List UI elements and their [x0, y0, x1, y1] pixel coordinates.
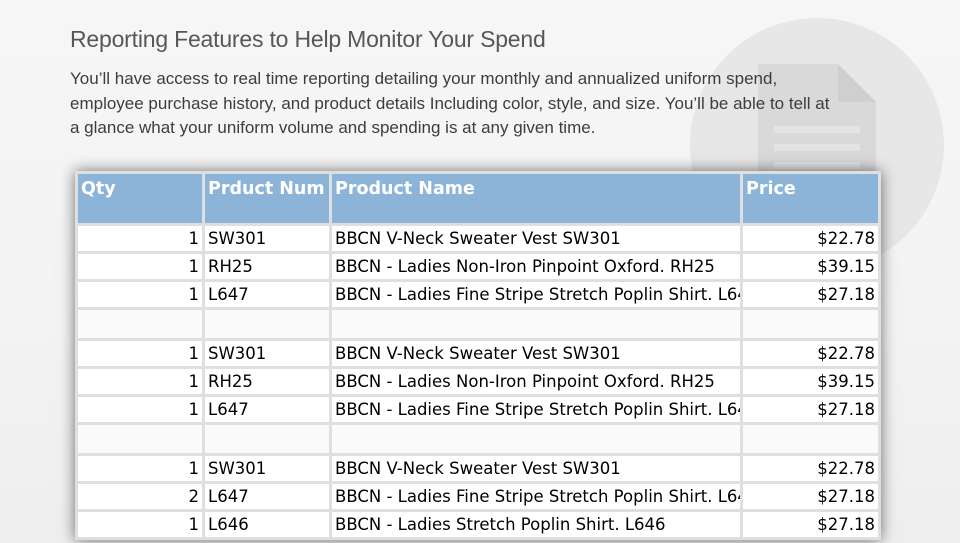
report-table-container: Qty Prduct Num Product Name Price 1 SW30…	[75, 171, 881, 540]
qty-cell	[78, 310, 202, 338]
report-table: Qty Prduct Num Product Name Price 1 SW30…	[75, 171, 881, 540]
product-name-cell: BBCN V-Neck Sweater Vest SW301	[332, 456, 740, 481]
product-num-cell: L647	[205, 397, 329, 422]
product-name-cell	[332, 425, 740, 453]
price-cell: $27.18	[743, 397, 878, 422]
price-cell: $27.18	[743, 282, 878, 307]
product-num-cell: L647	[205, 282, 329, 307]
table-row: 1 RH25 BBCN - Ladies Non-Iron Pinpoint O…	[78, 369, 878, 394]
table-row: 1 RH25 BBCN - Ladies Non-Iron Pinpoint O…	[78, 254, 878, 279]
price-cell	[743, 425, 878, 453]
product-name-cell: BBCN - Ladies Fine Stripe Stretch Poplin…	[332, 282, 740, 307]
product-num-cell: L647	[205, 484, 329, 509]
qty-cell: 2	[78, 484, 202, 509]
qty-cell: 1	[78, 456, 202, 481]
column-header-qty: Qty	[78, 174, 202, 223]
product-num-cell: SW301	[205, 226, 329, 251]
qty-cell: 1	[78, 282, 202, 307]
table-row: 1 L647 BBCN - Ladies Fine Stripe Stretch…	[78, 397, 878, 422]
table-row: 2 L647 BBCN - Ladies Fine Stripe Stretch…	[78, 484, 878, 509]
price-cell: $27.18	[743, 484, 878, 509]
product-num-cell: L646	[205, 512, 329, 537]
product-name-cell: BBCN V-Neck Sweater Vest SW301	[332, 341, 740, 366]
product-num-cell: SW301	[205, 341, 329, 366]
product-name-cell: BBCN - Ladies Stretch Poplin Shirt. L646	[332, 512, 740, 537]
product-name-cell: BBCN - Ladies Fine Stripe Stretch Poplin…	[332, 397, 740, 422]
column-header-product-num: Prduct Num	[205, 174, 329, 223]
product-num-cell	[205, 310, 329, 338]
table-row: 1 SW301 BBCN V-Neck Sweater Vest SW301 $…	[78, 341, 878, 366]
qty-cell: 1	[78, 369, 202, 394]
price-cell	[743, 310, 878, 338]
price-cell: $22.78	[743, 456, 878, 481]
product-num-cell	[205, 425, 329, 453]
table-row-empty	[78, 425, 878, 453]
table-row-empty	[78, 310, 878, 338]
qty-cell: 1	[78, 397, 202, 422]
qty-cell: 1	[78, 512, 202, 537]
table-row: 1 SW301 BBCN V-Neck Sweater Vest SW301 $…	[78, 456, 878, 481]
table-header-row: Qty Prduct Num Product Name Price	[78, 174, 878, 223]
product-name-cell: BBCN - Ladies Fine Stripe Stretch Poplin…	[332, 484, 740, 509]
product-num-cell: SW301	[205, 456, 329, 481]
qty-cell: 1	[78, 254, 202, 279]
price-cell: $39.15	[743, 369, 878, 394]
column-header-product-name: Product Name	[332, 174, 740, 223]
product-name-cell: BBCN - Ladies Non-Iron Pinpoint Oxford. …	[332, 369, 740, 394]
product-num-cell: RH25	[205, 254, 329, 279]
price-cell: $39.15	[743, 254, 878, 279]
qty-cell	[78, 425, 202, 453]
product-name-cell: BBCN - Ladies Non-Iron Pinpoint Oxford. …	[332, 254, 740, 279]
table-row: 1 L647 BBCN - Ladies Fine Stripe Stretch…	[78, 282, 878, 307]
product-num-cell: RH25	[205, 369, 329, 394]
table-row: 1 L646 BBCN - Ladies Stretch Poplin Shir…	[78, 512, 878, 537]
intro-paragraph: You’ll have access to real time reportin…	[70, 69, 830, 137]
price-cell: $22.78	[743, 341, 878, 366]
column-header-price: Price	[743, 174, 878, 223]
page-title: Reporting Features to Help Monitor Your …	[70, 26, 546, 52]
table-row: 1 SW301 BBCN V-Neck Sweater Vest SW301 $…	[78, 226, 878, 251]
product-name-cell: BBCN V-Neck Sweater Vest SW301	[332, 226, 740, 251]
product-name-cell	[332, 310, 740, 338]
qty-cell: 1	[78, 226, 202, 251]
price-cell: $22.78	[743, 226, 878, 251]
price-cell: $27.18	[743, 512, 878, 537]
qty-cell: 1	[78, 341, 202, 366]
